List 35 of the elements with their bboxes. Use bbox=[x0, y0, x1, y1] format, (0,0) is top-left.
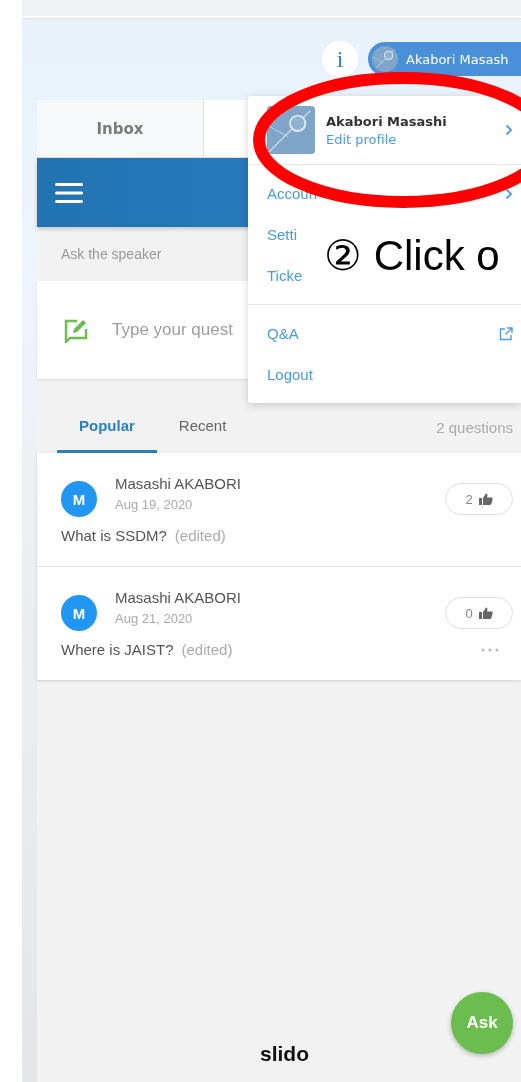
compose-icon bbox=[64, 317, 90, 343]
author-name: Masashi AKABORI bbox=[115, 475, 241, 492]
menu-item[interactable]: Ticke bbox=[267, 267, 303, 284]
question-text: Where is JAIST? bbox=[61, 641, 174, 658]
edited-label: (edited) bbox=[181, 641, 233, 658]
question-count: 2 questions bbox=[436, 417, 513, 438]
question-text: What is SSDM? bbox=[61, 527, 167, 544]
chevron-right-icon bbox=[505, 124, 513, 136]
user-button[interactable]: Akabori Masash bbox=[368, 42, 521, 76]
like-button[interactable]: 2 bbox=[445, 483, 513, 515]
edited-label: (edited) bbox=[174, 527, 226, 544]
menu-item[interactable]: Setti bbox=[267, 226, 297, 243]
edit-profile-link[interactable]: Edit profile bbox=[326, 131, 447, 147]
question-date: Aug 21, 2020 bbox=[115, 611, 194, 626]
avatar-image bbox=[372, 46, 398, 72]
sort-tab[interactable]: Recent bbox=[156, 401, 249, 453]
menu-item[interactable]: Q&A bbox=[267, 325, 299, 342]
inbox-tab[interactable]: Inbox bbox=[37, 100, 204, 157]
chevron-right-icon bbox=[505, 187, 513, 200]
menu-icon[interactable] bbox=[55, 182, 83, 203]
external-link-icon bbox=[499, 326, 513, 341]
profile-name: Akabori Masashi bbox=[326, 113, 447, 129]
info-button[interactable]: i bbox=[322, 41, 358, 77]
menu-item[interactable]: Logout bbox=[267, 366, 313, 383]
author-name: Masashi AKABORI bbox=[115, 589, 241, 606]
question-input[interactable]: Type your quest bbox=[112, 320, 233, 340]
thumbs-up-icon bbox=[478, 493, 493, 505]
thumbs-up-icon bbox=[478, 607, 493, 619]
like-button[interactable]: 0 bbox=[445, 597, 513, 629]
author-avatar: M bbox=[61, 595, 97, 631]
ask-button[interactable]: Ask bbox=[451, 992, 513, 1054]
slido-logo: slido bbox=[260, 1042, 309, 1066]
question-date: Aug 19, 2020 bbox=[115, 497, 194, 512]
section-label: Ask the speaker bbox=[61, 246, 162, 262]
author-avatar: M bbox=[61, 481, 97, 517]
